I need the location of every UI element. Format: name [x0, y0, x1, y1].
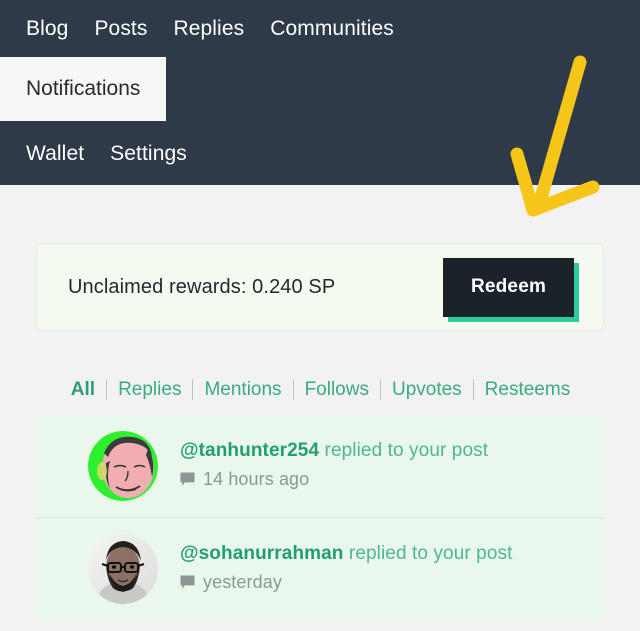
- filter-tab-all[interactable]: All: [65, 380, 106, 399]
- notification-action: replied to your post: [319, 439, 489, 461]
- notification-timestamp: 14 hours ago: [203, 469, 310, 490]
- nav-primary-row: Blog Posts Replies Communities: [0, 0, 640, 57]
- unclaimed-rewards-label: Unclaimed rewards: 0.240 SP: [68, 275, 336, 298]
- nav-item-blog[interactable]: Blog: [13, 18, 81, 39]
- nav-item-notifications[interactable]: Notifications: [0, 57, 167, 121]
- speech-bubble-icon: [180, 575, 195, 590]
- table-row[interactable]: @sohanurrahman replied to your post yest…: [36, 517, 604, 620]
- filter-tab-upvotes[interactable]: Upvotes: [381, 380, 473, 399]
- avatar[interactable]: [88, 430, 158, 501]
- notification-text: @sohanurrahman replied to your post: [180, 542, 513, 565]
- redeem-button-wrapper: Redeem: [443, 257, 579, 322]
- filter-tab-follows[interactable]: Follows: [294, 380, 380, 399]
- notification-list: @tanhunter254 replied to your post 14 ho…: [0, 414, 640, 620]
- avatar[interactable]: [88, 533, 158, 604]
- site-header: Blog Posts Replies Communities Notificat…: [0, 0, 640, 185]
- nav-item-posts[interactable]: Posts: [81, 18, 160, 39]
- nav-secondary-row: Wallet Settings: [0, 121, 640, 185]
- speech-bubble-icon: [180, 472, 195, 487]
- notification-username[interactable]: @tanhunter254: [180, 440, 319, 461]
- notification-timestamp: yesterday: [203, 572, 282, 593]
- filter-tab-mentions[interactable]: Mentions: [193, 380, 292, 399]
- notification-username[interactable]: @sohanurrahman: [180, 543, 344, 564]
- nav-active-row: Notifications: [0, 57, 640, 121]
- filter-tab-replies[interactable]: Replies: [107, 380, 192, 399]
- unclaimed-rewards-banner: Unclaimed rewards: 0.240 SP Redeem: [36, 243, 604, 331]
- nav-item-settings[interactable]: Settings: [97, 143, 200, 164]
- redeem-button[interactable]: Redeem: [443, 257, 574, 317]
- notification-filter-tabs: All Replies Mentions Follows Upvotes Res…: [36, 379, 604, 400]
- notification-meta: yesterday: [180, 572, 513, 593]
- nav-item-wallet[interactable]: Wallet: [13, 143, 97, 164]
- table-row[interactable]: @tanhunter254 replied to your post 14 ho…: [36, 414, 604, 517]
- notification-action: replied to your post: [343, 542, 513, 564]
- notification-body: @tanhunter254 replied to your post 14 ho…: [180, 439, 489, 491]
- nav-item-replies[interactable]: Replies: [160, 18, 257, 39]
- main-content: Unclaimed rewards: 0.240 SP Redeem All R…: [0, 243, 640, 620]
- nav-item-communities[interactable]: Communities: [257, 18, 407, 39]
- notification-body: @sohanurrahman replied to your post yest…: [180, 542, 513, 594]
- notification-text: @tanhunter254 replied to your post: [180, 439, 489, 462]
- notification-meta: 14 hours ago: [180, 469, 488, 490]
- filter-tab-resteems[interactable]: Resteems: [474, 380, 582, 399]
